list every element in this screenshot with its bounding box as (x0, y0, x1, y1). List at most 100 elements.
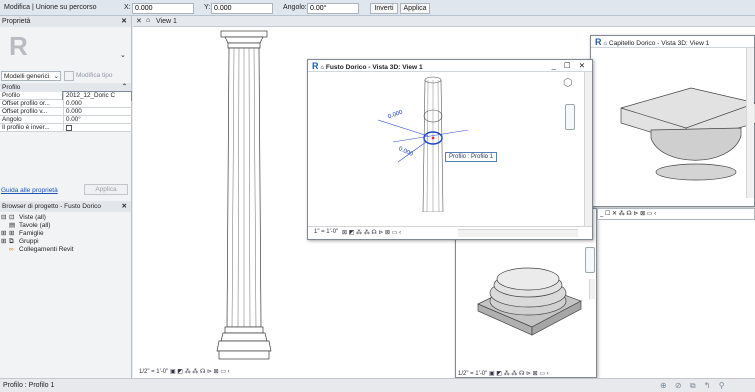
tree-item-famiglie[interactable]: ⊞ ⊞ Famiglie (0, 230, 131, 238)
property-row[interactable]: Offset profilo or... 0.000 (0, 100, 131, 108)
tree-item-label: Tavole (all) (19, 222, 51, 229)
fusto-view-scale[interactable]: 1" = 1'-0" (314, 229, 338, 235)
x-input[interactable] (132, 3, 194, 14)
fusto-scrollbar-v[interactable] (584, 72, 592, 227)
y-input[interactable] (211, 3, 273, 14)
3d-view-icon: ⌂ (146, 17, 151, 24)
chevron-down-icon[interactable]: ⌄ (120, 51, 126, 59)
status-text: Profilo : Profilo 1 (3, 382, 55, 389)
invert-button[interactable]: Inverti (370, 3, 398, 14)
capitello-view-control-icons[interactable]: _ ☐ ✕ ⁂ ☊ ⊳ ⊠ ▭ ‹ (600, 211, 656, 217)
properties-table: Profilo 2012_12_Doric C Offset profilo or… (0, 91, 132, 132)
angle-input[interactable] (307, 3, 359, 14)
links-icon: ∞ (9, 246, 14, 253)
families-icon: ⊞ (9, 230, 15, 237)
fusto-title-bar[interactable]: R ⌂ Fusto Dorico - Vista 3D: View 1 _ ☐ … (308, 60, 592, 72)
fusto-navigation: ⬡ (560, 74, 582, 214)
left-panel: Proprietà ✕ R ⌄ Modelli generici ⌄ Modif… (0, 16, 132, 378)
expand-icon[interactable]: ⊞ (1, 230, 6, 238)
properties-help-link[interactable]: Guida alle proprietà (1, 187, 58, 194)
tree-item-collegamenti[interactable]: ∞ Collegamenti Revit (0, 246, 131, 254)
capitello-scrollbar[interactable] (746, 48, 754, 198)
angle-label: Angolo: (283, 4, 307, 11)
capitello-title: Capitello Dorico - Vista 3D: View 1 (608, 40, 710, 47)
options-bar: Modifica | Unione su percorso X: Y: Ango… (0, 0, 755, 16)
base-scrollbar[interactable] (589, 279, 595, 299)
collapse-icon: ⌃ (121, 84, 127, 90)
property-row[interactable]: Angolo 0.00° (0, 116, 131, 124)
property-key: Il profilo è inver... (2, 124, 50, 131)
capitello-view-control-bar: _ ☐ ✕ ⁂ ☊ ⊳ ⊠ ▭ ‹ (597, 208, 755, 220)
view-scale[interactable]: 1/2" = 1'-0" (139, 369, 168, 375)
edit-type-icon[interactable] (64, 71, 74, 81)
status-bar: Profilo : Profilo 1 ⊕ ⊘ ⧉ ↰ ⚲ (0, 378, 755, 392)
property-row[interactable]: Offset profilo v... 0.000 (0, 108, 131, 116)
section-title: Profilo (2, 84, 21, 91)
tree-item-label: Famiglie (19, 230, 44, 237)
browser-header: Browser di progetto - Fusto Dorico ✕ (0, 201, 131, 212)
x-label: X: (124, 4, 131, 11)
browser-close-button[interactable]: ✕ (122, 201, 127, 212)
fusto-scrollbar-h[interactable] (458, 229, 578, 237)
edit-type-button[interactable]: Modifica tipo (76, 72, 113, 79)
type-selector[interactable]: Modelli generici ⌄ (1, 71, 61, 81)
property-value[interactable]: 0.000 (63, 108, 131, 116)
fusto-view-control-icons[interactable]: ⊠ ◩ ⁂ ⁂ ☊ ⊳ ⊠ ▭ ‹ (342, 229, 401, 236)
apply-button[interactable]: Applica (400, 3, 430, 14)
properties-footer: Guida alle proprietà Applica (0, 182, 131, 198)
property-row[interactable]: Il profilo è inver... (0, 124, 131, 132)
property-value[interactable]: 0.00° (63, 116, 131, 124)
type-selector-row: Modelli generici ⌄ Modifica tipo (0, 69, 131, 83)
base-view-control-icons[interactable]: ▣ ◩ ⁂ ⁂ ☊ ⊳ ⊠ ▭ ‹ (489, 371, 549, 377)
tree-item-tavole[interactable]: ▤ Tavole (all) (0, 222, 131, 230)
section-header[interactable]: Profilo ⌃ (0, 83, 131, 92)
view-control-icons[interactable]: ▣ ◩ ⁂ ⁂ ☊ ⊳ ⊠ ▭ ‹ (170, 369, 230, 375)
revit-icon: R (312, 61, 319, 71)
properties-close-button[interactable]: ✕ (121, 16, 127, 27)
main-view-control-bar: 1/2" = 1'-0" ▣ ◩ ⁂ ⁂ ☊ ⊳ ⊠ ▭ ‹ (139, 368, 230, 375)
expand-icon[interactable]: ⊟ (1, 214, 6, 222)
3d-view-icon: ⌂ (320, 65, 324, 71)
dropdown-icon: ⌄ (53, 73, 59, 80)
nav-bar-icon[interactable] (565, 104, 575, 130)
close-tab-icon[interactable]: ✕ (136, 17, 142, 25)
doric-column (216, 30, 272, 360)
revit-icon: R (595, 37, 602, 47)
properties-header: Proprietà ✕ (0, 16, 131, 27)
tree-item-gruppi[interactable]: ⊞ ⧉ Gruppi (0, 238, 131, 246)
window-controls[interactable]: _ ☐ ✕ (552, 60, 588, 71)
3d-view-icon: ⌂ (603, 41, 607, 47)
capital-drawing (620, 87, 755, 181)
status-tool-icons[interactable]: ⊕ ⊘ ⧉ ↰ ⚲ (660, 381, 728, 391)
tree-item-label: Gruppi (19, 238, 39, 245)
properties-apply-button[interactable]: Applica (84, 184, 128, 195)
tree-item-viste[interactable]: ⊟ ⊡ Viste (all) (0, 214, 131, 222)
revit-logo-icon: R (9, 31, 28, 61)
window-capitello[interactable]: R ⌂ Capitello Dorico - Vista 3D: View 1 (590, 35, 755, 207)
window-fusto[interactable]: R ⌂ Fusto Dorico - Vista 3D: View 1 _ ☐ … (307, 59, 593, 240)
property-key: Angolo (2, 116, 22, 123)
nav-bar-icon[interactable] (585, 247, 595, 273)
profile-tooltip: Profilo : Profilo 1 (445, 152, 498, 162)
viewcube-icon[interactable]: ⬡ (563, 76, 573, 89)
properties-title: Proprietà (2, 18, 31, 25)
property-value[interactable]: 0.000 (63, 100, 131, 108)
fusto-view-control-bar: 1" = 1'-0" ⊠ ◩ ⁂ ⁂ ☊ ⊳ ⊠ ▭ ‹ (308, 226, 592, 239)
base-view-control-bar: 1/2" = 1'-0" ▣ ◩ ⁂ ⁂ ☊ ⊳ ⊠ ▭ ‹ (458, 370, 549, 377)
y-label: Y: (204, 4, 211, 11)
profile-inverted-checkbox[interactable] (66, 125, 72, 131)
base-view-scale[interactable]: 1/2" = 1'-0" (458, 371, 487, 377)
property-key: Offset profilo v... (2, 108, 48, 115)
sheets-icon: ▤ (9, 222, 16, 229)
property-checkbox-cell (63, 124, 131, 132)
property-value[interactable]: 2012_12_Doric C (62, 91, 132, 101)
shaft-drawing (377, 76, 469, 212)
property-row[interactable]: Profilo 2012_12_Doric C (0, 91, 132, 101)
browser-title: Browser di progetto - Fusto Dorico (2, 203, 101, 210)
capitello-title-bar[interactable]: R ⌂ Capitello Dorico - Vista 3D: View 1 (591, 36, 754, 48)
type-selector-value: Modelli generici (4, 73, 50, 80)
groups-icon: ⧉ (9, 238, 14, 245)
property-key: Offset profilo or... (2, 100, 50, 107)
tab-view-1[interactable]: View 1 (156, 18, 177, 25)
expand-icon[interactable]: ⊞ (1, 238, 6, 246)
